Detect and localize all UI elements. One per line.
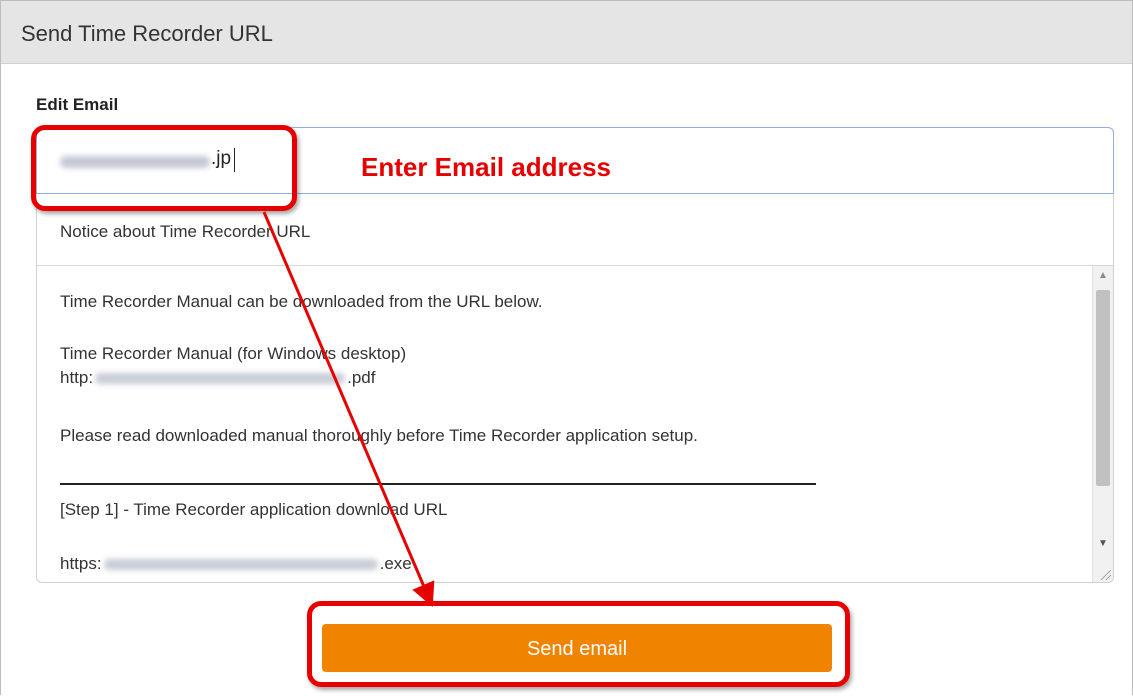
edit-email-label: Edit Email	[36, 95, 119, 114]
email-visible-suffix: .jp	[211, 148, 232, 169]
enter-email-annotation: Enter Email address	[361, 152, 611, 182]
notice-subject-text: Notice about Time Recorder URL	[60, 222, 311, 241]
dialog-title: Send Time Recorder URL	[21, 21, 273, 46]
text-caret	[234, 148, 235, 172]
setup-url-suffix: .exe	[379, 554, 412, 573]
notice-subject-field[interactable]: Notice about Time Recorder URL	[36, 194, 1114, 266]
email-redacted-part	[60, 156, 210, 168]
notice-line-5: [Step 1] - Time Recorder application dow…	[60, 500, 448, 519]
manual-url-suffix: .pdf	[347, 368, 376, 387]
scroll-up-arrow-icon[interactable]: ▲	[1093, 266, 1113, 286]
send-email-button[interactable]: Send email	[322, 624, 832, 672]
notice-line-6: https: .exe	[60, 554, 412, 574]
dialog-title-bar: Send Time Recorder URL	[1, 1, 1132, 64]
send-url-dialog: Send Time Recorder URL Edit Email .jp No…	[0, 0, 1133, 695]
notice-line-2: Time Recorder Manual (for Windows deskto…	[60, 344, 407, 363]
manual-url-redacted	[95, 373, 346, 385]
notice-scrollbar[interactable]: ▲ ▼	[1092, 266, 1113, 582]
notice-body-textarea[interactable]: Time Recorder Manual can be downloaded f…	[36, 266, 1114, 583]
notice-divider	[60, 483, 816, 485]
scroll-thumb[interactable]	[1096, 290, 1110, 486]
setup-url-redacted	[103, 559, 378, 571]
setup-url-prefix: https:	[60, 554, 102, 573]
notice-line-1: Time Recorder Manual can be downloaded f…	[60, 292, 543, 311]
scroll-down-arrow-icon[interactable]: ▼	[1093, 534, 1113, 554]
notice-line-3: http: .pdf	[60, 368, 375, 388]
notice-line-4: Please read downloaded manual thoroughly…	[60, 426, 698, 445]
manual-url-prefix: http:	[60, 368, 94, 387]
resize-handle-icon[interactable]	[1101, 570, 1111, 580]
